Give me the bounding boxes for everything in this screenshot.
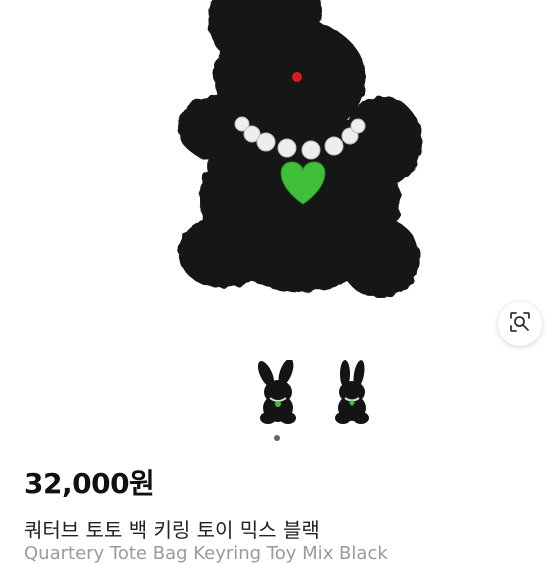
lens-search-icon — [509, 311, 531, 337]
product-price: 32,000원 — [24, 467, 155, 500]
thumbnail-item[interactable] — [252, 360, 304, 426]
black-bunny-keyring-illustration — [178, 0, 422, 298]
image-search-button[interactable] — [498, 302, 542, 346]
carousel-indicator-dot — [274, 435, 280, 441]
product-image[interactable] — [0, 0, 554, 340]
product-title: 쿼터브 토토 백 키링 토이 믹스 블랙 — [24, 518, 320, 542]
thumbnail-strip — [0, 360, 554, 430]
eye — [292, 72, 302, 82]
thumbnail-item[interactable] — [326, 360, 378, 426]
